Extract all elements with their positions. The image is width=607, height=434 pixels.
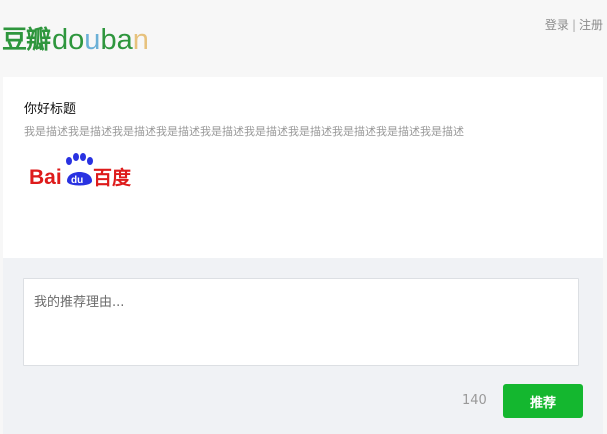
baidu-paw-icon: du <box>66 153 93 186</box>
logo-letter: a <box>116 24 133 56</box>
baidu-logo-image: Bai du 百度 <box>29 153 132 189</box>
reason-textarea[interactable] <box>23 278 579 366</box>
douban-logo[interactable]: 豆瓣 douban <box>2 18 149 58</box>
baidu-text-left: Bai <box>29 166 62 189</box>
recommend-compose-area: 140 推荐 <box>3 258 603 434</box>
recommend-button[interactable]: 推荐 <box>503 384 583 418</box>
share-title: 你好标题 <box>24 102 77 117</box>
auth-links: 登录 | 注册 <box>545 16 603 33</box>
logo-english-text: douban <box>52 22 149 58</box>
share-preview-card: 你好标题 我是描述我是描述我是描述我是描述我是描述我是描述我是描述我是描述我是描… <box>3 77 603 258</box>
logo-letter: d <box>52 24 69 56</box>
logo-letter: n <box>132 24 149 56</box>
logo-letter: o <box>68 24 85 56</box>
logo-letter: b <box>100 24 117 56</box>
share-description: 我是描述我是描述我是描述我是描述我是描述我是描述我是描述我是描述我是描述我是描述 <box>24 125 464 138</box>
baidu-badge-text: du <box>71 175 83 186</box>
char-counter: 140 <box>462 393 487 408</box>
auth-separator: | <box>571 18 576 32</box>
logo-chinese-text: 豆瓣 <box>2 25 51 54</box>
logo-letter: u <box>84 24 101 56</box>
baidu-text-right: 百度 <box>93 166 132 189</box>
register-link[interactable]: 注册 <box>579 18 603 32</box>
login-link[interactable]: 登录 <box>545 18 569 32</box>
